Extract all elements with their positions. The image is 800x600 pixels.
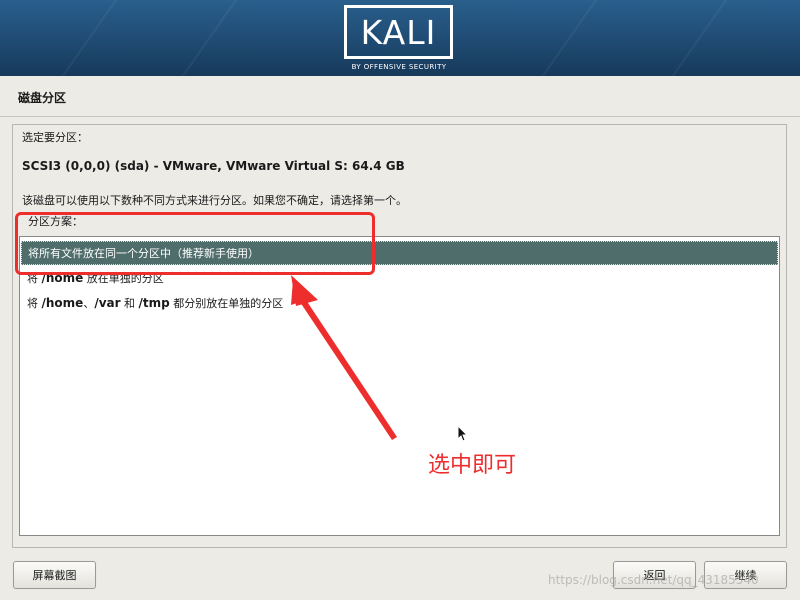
screenshot-button-label: 屏幕截图: [32, 569, 77, 582]
banner-decoration: [40, 0, 122, 76]
option-path-home: /home: [41, 271, 84, 285]
page-title: 磁盘分区: [18, 91, 67, 105]
option-path-tmp: /tmp: [138, 296, 170, 310]
list-item-all-in-one[interactable]: 将所有文件放在同一个分区中（推荐新手使用）: [21, 241, 778, 265]
logo-subtitle: BY OFFENSIVE SECURITY: [351, 63, 447, 71]
scheme-label: 分区方案：: [28, 215, 83, 228]
disk-prompt-label: 选定要分区：: [22, 131, 88, 144]
divider: [0, 116, 800, 117]
banner-decoration: [160, 0, 242, 76]
banner-decoration: [520, 0, 602, 76]
kali-banner: KALI BY OFFENSIVE SECURITY: [0, 0, 800, 76]
banner-decoration: [650, 0, 732, 76]
logo-text: KALI: [360, 12, 437, 52]
option-prefix: 将: [27, 272, 42, 285]
option-path-home: /home: [41, 296, 84, 310]
option-suffix: 放在单独的分区: [83, 272, 164, 285]
list-item-separate-home-var-tmp[interactable]: 将 /home、/var 和 /tmp 都分别放在单独的分区: [21, 291, 778, 315]
kali-logo: KALI: [344, 5, 453, 59]
option-suffix: 都分别放在单独的分区: [169, 297, 284, 310]
list-item-separate-home[interactable]: 将 /home 放在单独的分区: [21, 266, 778, 290]
screenshot-button[interactable]: 屏幕截图: [13, 561, 96, 589]
partition-scheme-list[interactable]: 将所有文件放在同一个分区中（推荐新手使用） 将 /home 放在单独的分区 将 …: [19, 236, 780, 536]
option-conjunction: 和: [120, 297, 139, 310]
mouse-cursor-icon: [457, 425, 469, 442]
option-label: 将所有文件放在同一个分区中（推荐新手使用）: [28, 247, 259, 260]
watermark: https://blog.csdn.net/qq_43185540: [548, 573, 759, 587]
option-separator: 、: [83, 297, 95, 310]
option-prefix: 将: [27, 297, 42, 310]
option-path-var: /var: [94, 296, 121, 310]
annotation-text: 选中即可: [428, 453, 517, 478]
selected-disk: SCSI3 (0,0,0) (sda) - VMware, VMware Vir…: [22, 159, 405, 173]
partition-description: 该磁盘可以使用以下数种不同方式来进行分区。如果您不确定，请选择第一个。: [22, 194, 407, 207]
